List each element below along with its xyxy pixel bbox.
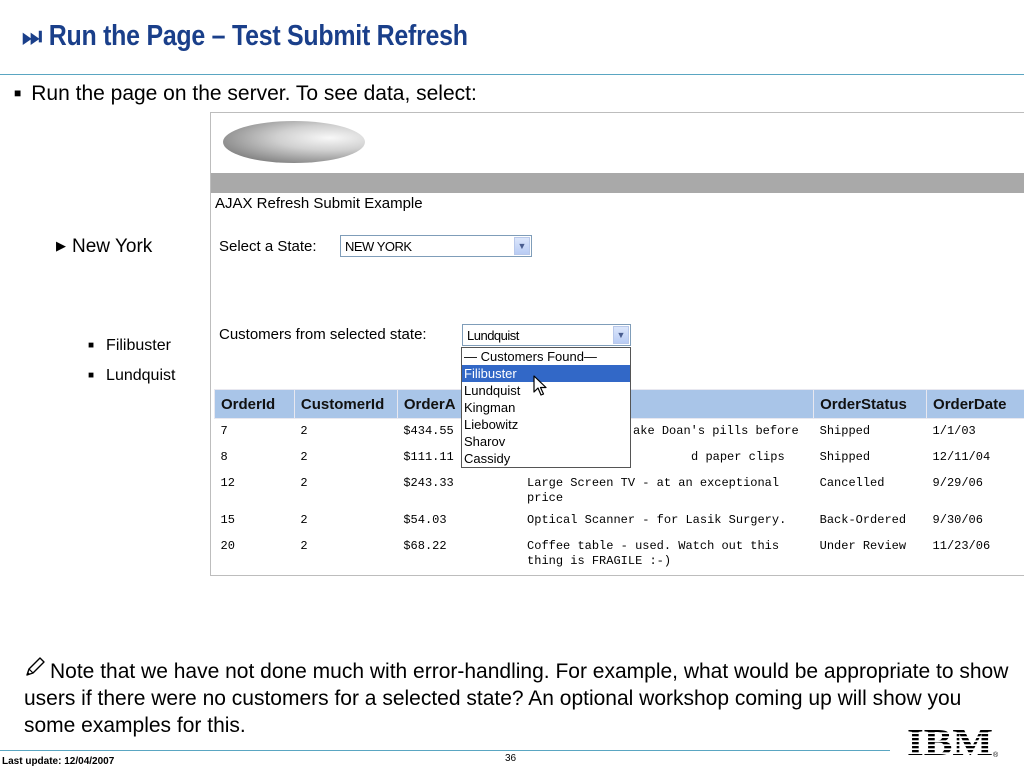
cell-date: 11/23/06: [932, 539, 991, 553]
main-bullet-text: Run the page on the server. To see data,…: [31, 82, 477, 105]
cell-date: 12/11/04: [932, 450, 991, 464]
page-number: 36: [505, 753, 517, 764]
cell-date: 9/29/06: [932, 476, 983, 490]
last-update-text: Last update: 12/04/2007: [2, 756, 115, 767]
customer-select-value: Lundquist: [467, 328, 519, 343]
cell-date: 9/30/06: [932, 513, 983, 527]
customer-bullet-text: Lundquist: [106, 367, 176, 384]
cell-order-id: 7: [220, 424, 228, 438]
cell-amount: $54.03: [403, 513, 447, 527]
cell-customer-id: 2: [300, 513, 308, 527]
cell-status: Shipped: [819, 450, 871, 464]
svg-text:IBM: IBM: [907, 722, 993, 762]
customers-label: Customers from selected state:: [219, 326, 427, 343]
dropdown-option[interactable]: Cassidy: [462, 450, 630, 467]
table-row: 20 2 $68.22 Coffee table - used. Watch o…: [215, 534, 1024, 571]
cell-date: 1/1/03: [932, 424, 976, 438]
title-divider: [0, 74, 1024, 75]
slide-title-text: Run the Page – Test Submit Refresh: [48, 20, 468, 52]
dropdown-option[interactable]: — Customers Found—: [462, 348, 630, 365]
browser-screenshot: AJAX Refresh Submit Example Select a Sta…: [210, 112, 1024, 576]
cell-order-id: 20: [220, 539, 235, 553]
table-row: 12 2 $243.33 Large Screen TV - at an exc…: [215, 471, 1024, 508]
cell-customer-id: 2: [300, 539, 308, 553]
cell-description: Coffee table - used. Watch out this thin…: [527, 539, 780, 568]
note-text: Note that we have not done much with err…: [24, 660, 1009, 737]
column-header[interactable]: OrderDate: [926, 389, 1024, 419]
state-label: Select a State:: [219, 238, 317, 255]
chevron-down-icon[interactable]: ▼: [514, 237, 530, 255]
cell-status: Under Review: [819, 539, 907, 553]
banner-bar: [211, 173, 1024, 193]
table-row: 15 2 $54.03 Optical Scanner - for Lasik …: [215, 508, 1024, 534]
cell-status: Shipped: [819, 424, 871, 438]
banner-oval-graphic: [223, 121, 365, 163]
svg-text:®: ®: [993, 751, 999, 759]
cell-order-id: 12: [220, 476, 235, 490]
customer-bullet: ■ Filibuster: [88, 332, 175, 362]
cell-description: Optical Scanner - for Lasik Surgery.: [527, 513, 787, 527]
customer-bullet-text: Filibuster: [106, 337, 171, 354]
cell-status: Cancelled: [819, 476, 885, 490]
state-select[interactable]: NEW YORK ▼: [340, 235, 532, 257]
customer-bullet-list: ■ Filibuster ■ Lundquist: [88, 332, 175, 392]
cell-status: Back-Ordered: [819, 513, 907, 527]
dropdown-option[interactable]: Kingman: [462, 399, 630, 416]
bullet-square-icon: ■: [14, 86, 22, 100]
cell-order-id: 8: [220, 450, 228, 464]
app-title: AJAX Refresh Submit Example: [215, 195, 423, 212]
skip-forward-icon: ⏭: [22, 21, 42, 51]
chevron-down-icon[interactable]: ▼: [613, 326, 629, 344]
state-select-value: NEW YORK: [345, 239, 412, 254]
cell-customer-id: 2: [300, 450, 308, 464]
state-choice-text: New York: [72, 236, 153, 257]
customer-select[interactable]: Lundquist ▼: [462, 324, 631, 346]
ibm-logo: IBM ®: [907, 722, 999, 762]
cell-order-id: 15: [220, 513, 235, 527]
customer-dropdown-list: — Customers Found— Filibuster Lundquist …: [461, 347, 631, 468]
customer-bullet: ■ Lundquist: [88, 362, 175, 392]
dropdown-option[interactable]: Sharov: [462, 433, 630, 450]
column-header[interactable]: OrderStatus: [813, 389, 928, 419]
mouse-pointer-icon: [533, 375, 547, 396]
bullet-triangle-icon: ▶: [56, 238, 66, 253]
error-handling-note: Note that we have not done much with err…: [24, 656, 1014, 739]
pencil-icon: [24, 656, 46, 685]
main-bullet: ■ Run the page on the server. To see data…: [14, 82, 477, 106]
slide-title: ⏭ Run the Page – Test Submit Refresh: [22, 20, 468, 53]
state-choice-bullet: ▶ New York: [56, 236, 152, 258]
cell-customer-id: 2: [300, 476, 308, 490]
bullet-square-icon: ■: [88, 370, 95, 381]
cell-customer-id: 2: [300, 424, 308, 438]
column-header[interactable]: CustomerId: [293, 389, 398, 419]
cell-amount: $68.22: [403, 539, 447, 553]
cell-description: Large Screen TV - at an exceptional pric…: [527, 476, 780, 505]
column-header[interactable]: OrderId: [214, 389, 295, 419]
dropdown-option[interactable]: Liebowitz: [462, 416, 630, 433]
bullet-square-icon: ■: [88, 340, 95, 351]
cell-amount: $243.33: [403, 476, 454, 490]
footer-divider: [0, 750, 890, 751]
